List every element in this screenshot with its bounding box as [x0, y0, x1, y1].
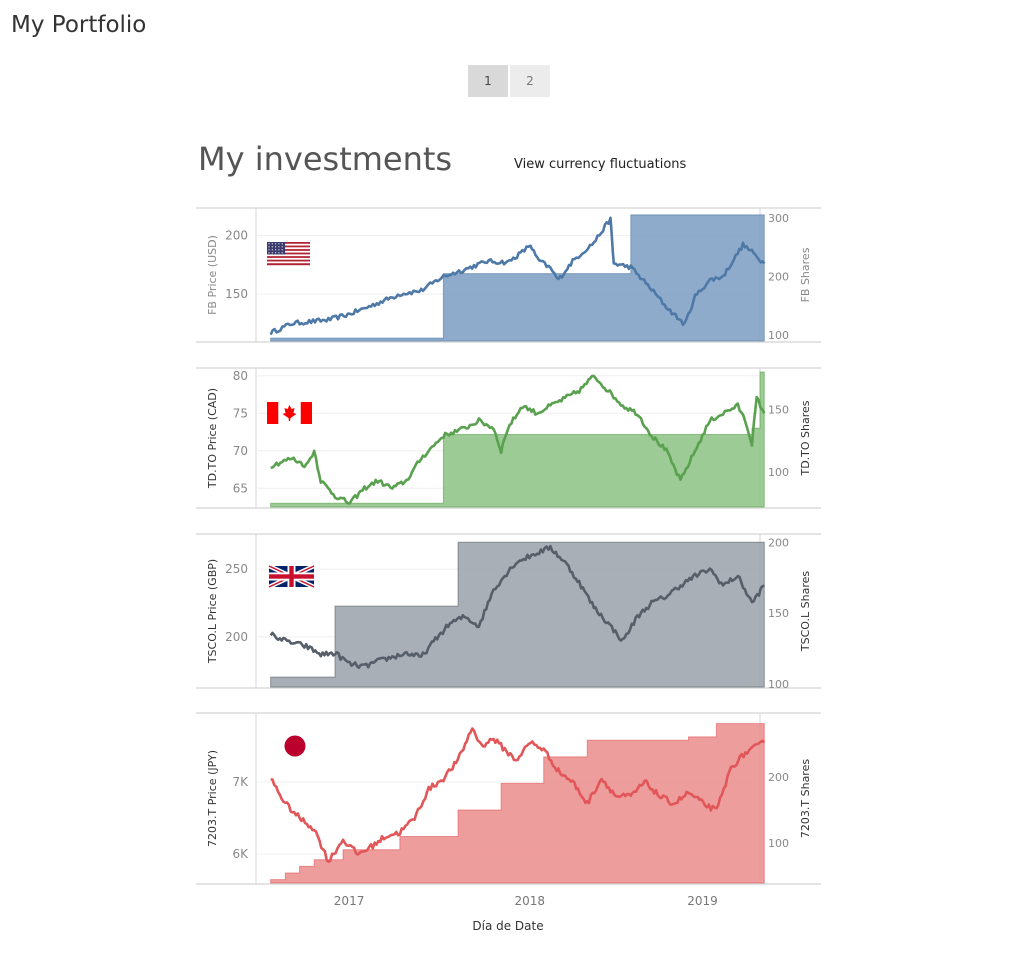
- chart-panel-tsco-l: 250 200 200 150 100 TSCO.L Price (GBP) TSCO.L …: [196, 533, 821, 691]
- y2-tick-label: 100: [768, 466, 789, 479]
- y2-tick-label: 100: [768, 837, 789, 850]
- uk-flag-icon: [268, 563, 315, 590]
- y-tick-label: 250: [225, 562, 248, 576]
- y-tick-label: 200: [225, 630, 248, 644]
- y-tick-label: 200: [225, 228, 248, 242]
- y-tick-label: 6K: [232, 847, 249, 861]
- shares-area: [270, 723, 765, 884]
- us-flag-icon: [267, 242, 310, 266]
- canada-flag-icon: [267, 402, 312, 424]
- y2-tick-label: 200: [768, 536, 789, 549]
- y2-axis-label: TSCO.L Shares: [799, 571, 812, 652]
- y2-tick-label: 200: [768, 771, 789, 784]
- y-tick-label: 75: [233, 406, 248, 420]
- y-tick-label: 70: [233, 444, 248, 458]
- y2-tick-label: 150: [768, 607, 789, 620]
- y-tick-label: 65: [233, 481, 248, 495]
- japan-flag-icon: [284, 735, 306, 757]
- y-tick-label: 150: [225, 287, 248, 301]
- y-axis-label: FB Price (USD): [206, 235, 219, 315]
- x-axis-label: Día de Date: [472, 919, 543, 933]
- y2-tick-label: 200: [768, 271, 789, 284]
- y2-tick-label: 150: [768, 404, 789, 417]
- x-tick-label: 2019: [687, 894, 718, 908]
- shares-area: [270, 371, 765, 508]
- investment-charts: 200 150 300 200 100 FB Price (USD) FB Shares 80…: [196, 207, 821, 933]
- y-tick-label: 80: [233, 369, 248, 383]
- y2-axis-label: 7203.T Shares: [799, 759, 812, 838]
- y2-tick-label: 300: [768, 212, 789, 225]
- y-axis-label: TD.TO Price (CAD): [206, 388, 219, 489]
- y2-axis-label: TD.TO Shares: [799, 400, 812, 476]
- chart-panel-fb: 200 150 300 200 100 FB Price (USD) FB Shares: [196, 207, 821, 343]
- y-axis-label: 7203.T Price (JPY): [206, 750, 219, 847]
- y2-tick-label: 100: [768, 329, 789, 342]
- x-axis: 2017 2018 2019 Día de Date: [334, 894, 718, 933]
- y-axis-label: TSCO.L Price (GBP): [206, 559, 219, 664]
- y2-axis-label: FB Shares: [799, 247, 812, 302]
- x-tick-label: 2018: [515, 894, 546, 908]
- y-tick-label: 7K: [232, 775, 249, 789]
- x-tick-label: 2017: [334, 894, 365, 908]
- shares-area: [270, 214, 765, 342]
- y2-tick-label: 100: [768, 678, 789, 691]
- chart-panel-td-to: 80 75 70 65 150 100 TD.TO Price (CAD) TD.TO Sha…: [196, 367, 821, 509]
